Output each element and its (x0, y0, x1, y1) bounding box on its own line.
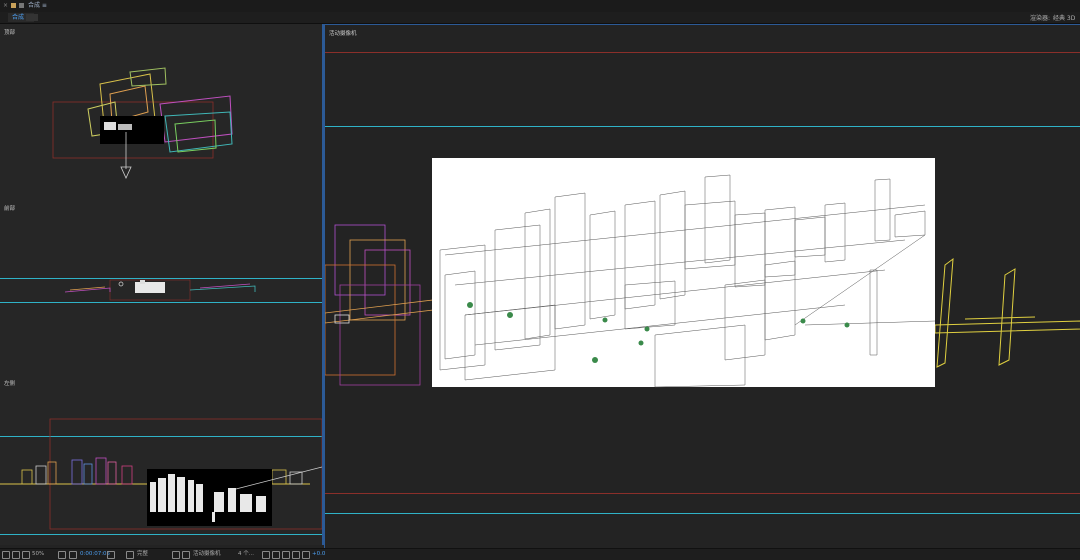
front-view[interactable] (0, 200, 322, 372)
composition-icon (11, 3, 16, 8)
show-snapshot-icon[interactable] (126, 551, 134, 559)
pixel-aspect-icon[interactable] (262, 551, 270, 559)
close-icon[interactable]: × (3, 0, 8, 12)
always-preview-icon[interactable] (2, 551, 10, 559)
mask-icon[interactable] (22, 551, 30, 559)
zoom-dropdown[interactable]: 50% (32, 550, 44, 559)
left-views-panel: 顶部 前部 左侧 (0, 24, 324, 545)
current-time[interactable]: 0:00:07:05 (80, 550, 110, 559)
camera-scene-wireframe (325, 158, 1080, 388)
region-of-interest-icon[interactable] (172, 551, 180, 559)
lock-icon[interactable] (19, 3, 24, 8)
left-view[interactable] (0, 374, 322, 545)
reset-exposure-icon[interactable] (302, 551, 310, 559)
grid-icon[interactable] (58, 551, 66, 559)
composition-tab-bar: 合成 1 渲染器: 经典 3D (0, 12, 1080, 24)
flowchart-icon[interactable] (292, 551, 300, 559)
viewer-status-bar: 50% 0:00:07:05 完整 活动摄像机 4 个... +0.0 (0, 548, 1080, 560)
panel-title: 合成 ≡ (28, 2, 47, 9)
channel-icon[interactable] (69, 551, 77, 559)
view-layout-dropdown[interactable]: 4 个... (238, 550, 254, 559)
fast-preview-icon[interactable] (272, 551, 280, 559)
camera-dropdown[interactable]: 活动摄像机 (193, 550, 221, 559)
exposure-value[interactable]: +0.0 (312, 550, 325, 559)
top-view[interactable] (0, 24, 322, 194)
transparency-grid-icon[interactable] (182, 551, 190, 559)
camera-snapshot-icon[interactable] (107, 551, 115, 559)
left-view-wireframe (0, 418, 322, 530)
monitor-icon[interactable] (12, 551, 20, 559)
active-camera-view[interactable]: 活动摄像机 (324, 24, 1080, 549)
tab-lock-icon[interactable] (26, 14, 38, 21)
front-view-wireframe (64, 279, 256, 301)
renderer-label[interactable]: 渲染器: (1030, 13, 1050, 22)
resolution-dropdown[interactable]: 完整 (137, 550, 148, 559)
classic-3d-label[interactable]: 经典 3D (1053, 13, 1075, 22)
top-view-wireframe (52, 67, 233, 179)
timeline-icon[interactable] (282, 551, 290, 559)
